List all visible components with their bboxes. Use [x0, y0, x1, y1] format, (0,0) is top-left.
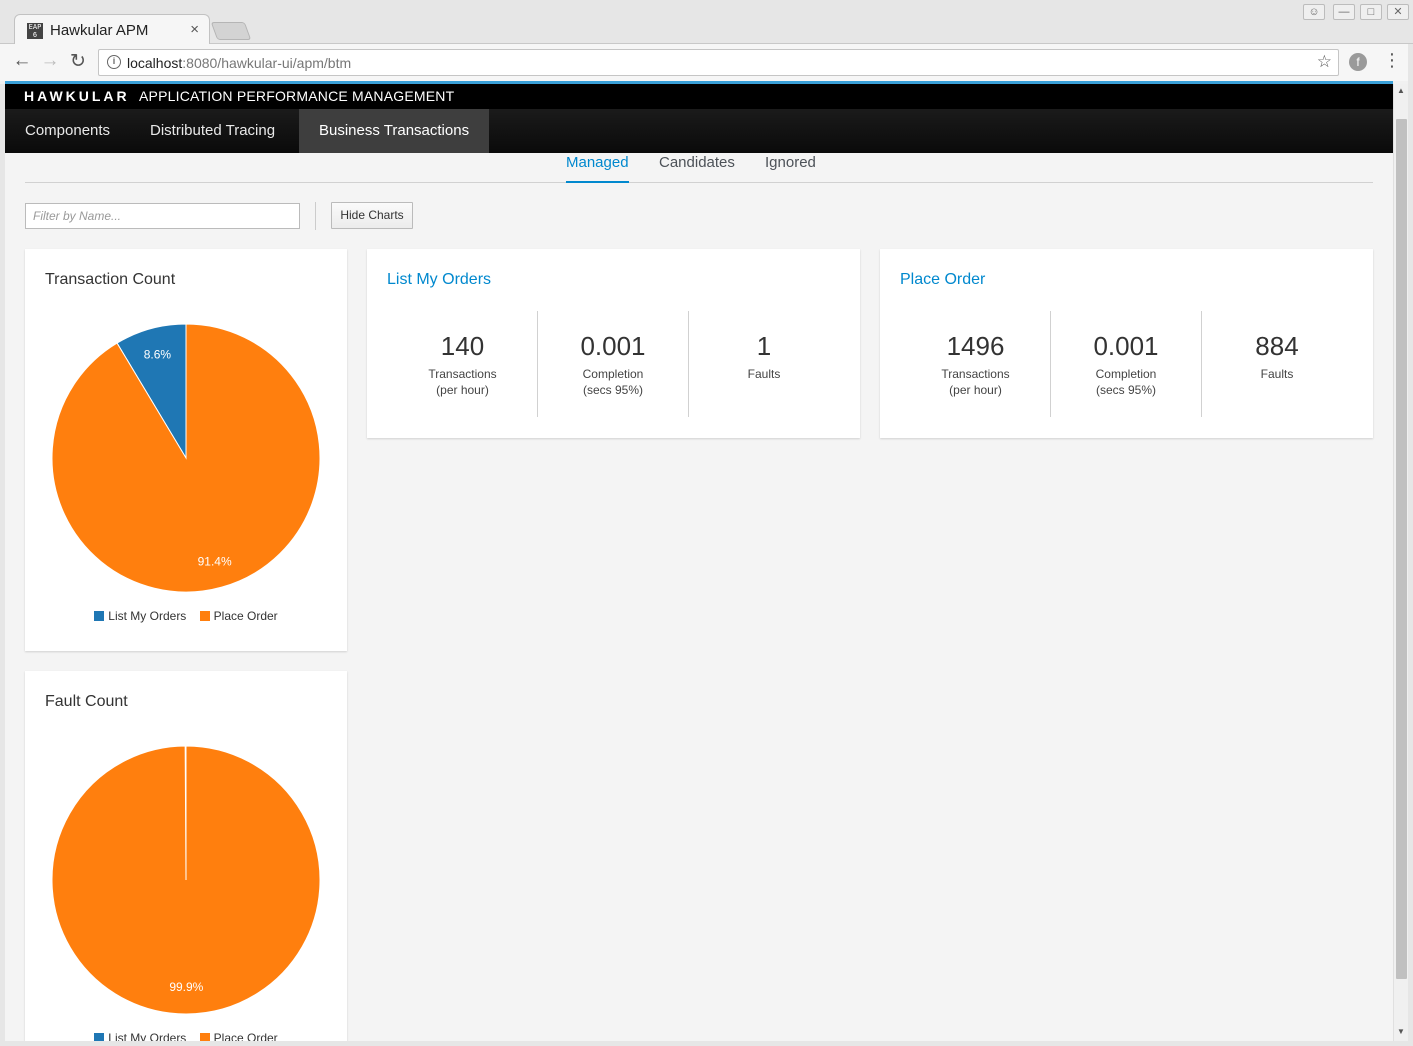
legend-item: Place Order — [199, 608, 278, 624]
metric-faults: 884 Faults — [1201, 311, 1352, 417]
tab-title: Hawkular APM — [50, 22, 149, 39]
tab-candidates[interactable]: Candidates — [659, 153, 735, 183]
pie-slice-label: 8.6% — [144, 348, 172, 362]
metric-value: 1 — [756, 331, 772, 361]
browser-tab[interactable]: EAP 6 Hawkular APM × — [14, 14, 210, 45]
pie-slice-label: 99.9% — [169, 980, 203, 994]
place-order-title[interactable]: Place Order — [900, 271, 985, 289]
metric-value: 884 — [1255, 331, 1299, 361]
metric-label: Transactions (per hour) — [387, 366, 538, 398]
metric-value: 0.001 — [580, 331, 646, 361]
minimize-icon[interactable]: — — [1333, 4, 1355, 20]
metric-value: 1496 — [946, 331, 1005, 361]
pie-slice-place-order[interactable] — [51, 745, 321, 1015]
transaction-count-card: Transaction Count 8.6% 91.4% List My Orde… — [25, 249, 347, 651]
metric-label: Faults — [1202, 366, 1352, 382]
new-tab-button[interactable] — [210, 22, 252, 40]
list-my-orders-title[interactable]: List My Orders — [387, 271, 491, 289]
page-scrollbar[interactable]: ▲ ▼ — [1393, 84, 1408, 1041]
fault-count-legend: List My Orders Place Order — [25, 1030, 347, 1041]
legend-label: Place Order — [213, 609, 278, 624]
place-order-card: Place Order 1496 Transactions (per hour) … — [880, 249, 1373, 438]
metric-label-line1: Transactions — [428, 367, 497, 381]
metric-label-line1: Faults — [1260, 367, 1294, 381]
scroll-up-icon[interactable]: ▲ — [1397, 86, 1405, 95]
info-icon[interactable]: i — [107, 55, 121, 69]
nav-business-transactions[interactable]: Business Transactions — [299, 109, 490, 153]
tab-favicon-icon: EAP 6 — [27, 23, 43, 39]
menu-icon[interactable]: ⋮ — [1383, 50, 1401, 71]
scroll-thumb[interactable] — [1396, 119, 1407, 979]
browser-titlebar: EAP 6 Hawkular APM × ☺ — □ ✕ — [0, 0, 1413, 45]
tab-managed[interactable]: Managed — [566, 153, 629, 183]
scroll-down-icon[interactable]: ▼ — [1397, 1027, 1405, 1036]
hide-charts-button[interactable]: Hide Charts — [331, 202, 413, 229]
fault-count-card: Fault Count 99.9% List My Orders Place O… — [25, 671, 347, 1041]
filter-input[interactable]: Filter by Name... — [25, 203, 300, 229]
tab-ignored[interactable]: Ignored — [765, 153, 816, 183]
legend-item: Place Order — [199, 1030, 278, 1041]
tab-close-icon[interactable]: × — [190, 21, 199, 38]
metric-label-line2: (per hour) — [436, 383, 489, 397]
forward-icon[interactable]: → — [38, 50, 62, 72]
url-text: localhost:8080/hawkular-ui/apm/btm — [127, 55, 351, 71]
metric-faults: 1 Faults — [688, 311, 839, 417]
metric-label-line2: (per hour) — [949, 383, 1002, 397]
nav-components[interactable]: Components — [5, 109, 130, 153]
legend-label: List My Orders — [108, 1031, 187, 1041]
metric-label-line2: (secs 95%) — [1095, 383, 1157, 397]
transaction-count-chart: 8.6% 91.4% — [51, 323, 321, 593]
legend-item: List My Orders — [94, 1030, 186, 1041]
extension-icon[interactable]: f — [1349, 53, 1367, 71]
legend-label: Place Order — [213, 1031, 278, 1041]
browser-toolbar: ← → ↻ i localhost:8080/hawkular-ui/apm/b… — [0, 44, 1413, 81]
url-path: :8080/hawkular-ui/apm/btm — [182, 55, 352, 71]
legend-swatch — [94, 611, 105, 622]
close-window-icon[interactable]: ✕ — [1387, 4, 1409, 20]
star-icon[interactable]: ☆ — [1317, 52, 1332, 72]
metric-completion: 0.001 Completion (secs 95%) — [1050, 311, 1201, 417]
legend-swatch — [199, 1033, 210, 1041]
fault-count-chart: 99.9% — [51, 745, 321, 1015]
metric-label: Faults — [689, 366, 839, 382]
url-host: localhost — [127, 55, 183, 71]
metric-label: Transactions (per hour) — [900, 366, 1051, 398]
pie-slice-label: 91.4% — [198, 554, 232, 568]
metric-label-line1: Completion — [582, 367, 644, 381]
metric-label-line1: Transactions — [941, 367, 1010, 381]
pie-slice-place-order[interactable] — [51, 323, 321, 593]
window-frame-right — [1408, 44, 1413, 1046]
back-icon[interactable]: ← — [10, 50, 34, 72]
main-content: Managed Candidates Ignored Filter by Nam… — [5, 153, 1393, 1041]
brand-logo[interactable]: HAWKULAR — [24, 88, 130, 104]
window-frame-bottom — [0, 1041, 1413, 1046]
brand-subtitle: APPLICATION PERFORMANCE MANAGEMENT — [139, 88, 455, 104]
metric-transactions: 140 Transactions (per hour) — [387, 311, 538, 417]
metric-value: 0.001 — [1093, 331, 1159, 361]
subtabs: Managed Candidates Ignored — [25, 153, 1373, 183]
metric-completion: 0.001 Completion (secs 95%) — [537, 311, 688, 417]
legend-label: List My Orders — [108, 609, 187, 624]
main-nav: Components Distributed Tracing Business … — [5, 109, 1393, 153]
metric-value: 140 — [440, 331, 485, 361]
metric-label-line1: Faults — [747, 367, 781, 381]
legend-swatch — [94, 1033, 105, 1041]
profile-icon[interactable]: ☺ — [1303, 4, 1325, 20]
metric-label: Completion (secs 95%) — [1051, 366, 1201, 398]
masthead: HAWKULAR APPLICATION PERFORMANCE MANAGEM… — [5, 84, 1393, 109]
metric-label-line1: Completion — [1095, 367, 1157, 381]
nav-distributed-tracing[interactable]: Distributed Tracing — [130, 109, 295, 153]
toolbar-divider — [315, 202, 316, 230]
address-bar[interactable]: i localhost:8080/hawkular-ui/apm/btm ☆ — [98, 49, 1339, 76]
metric-label-line2: (secs 95%) — [582, 383, 644, 397]
metric-transactions: 1496 Transactions (per hour) — [900, 311, 1051, 417]
reload-icon[interactable]: ↻ — [66, 50, 90, 73]
legend-item: List My Orders — [94, 608, 186, 623]
maximize-icon[interactable]: □ — [1360, 4, 1382, 20]
transaction-count-legend: List My Orders Place Order — [25, 608, 347, 623]
metric-label: Completion (secs 95%) — [538, 366, 688, 398]
list-my-orders-card: List My Orders 140 Transactions (per hour… — [367, 249, 860, 438]
legend-swatch — [199, 611, 210, 622]
